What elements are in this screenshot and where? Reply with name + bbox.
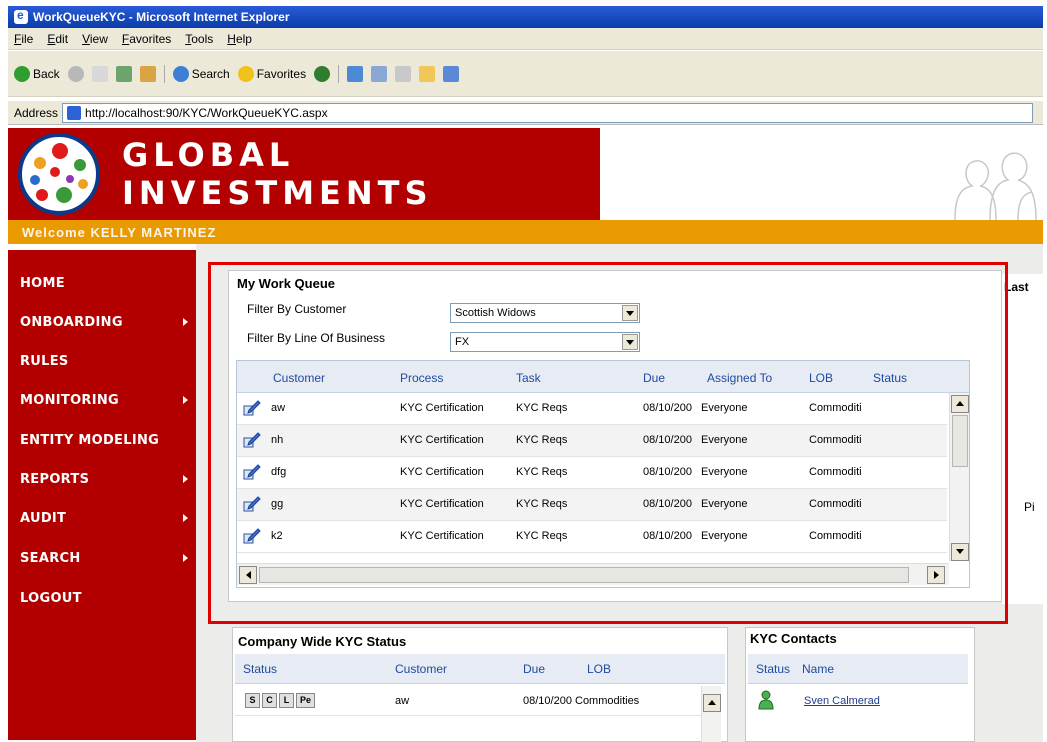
col-customer[interactable]: Customer [395, 662, 447, 676]
menu-favorites[interactable]: Favorites [122, 32, 171, 46]
nav-audit[interactable]: AUDIT [20, 511, 188, 526]
toolbar-separator [338, 64, 340, 83]
cell-lob: Commodities [575, 695, 640, 707]
table-row[interactable]: S C L Pe aw 08/10/200 Commodities [235, 686, 701, 716]
nav-label: MONITORING [20, 393, 120, 408]
home-icon[interactable] [139, 65, 156, 82]
nav-label: AUDIT [20, 511, 67, 526]
status-badge[interactable]: S [245, 693, 260, 708]
favorites-label: Favorites [256, 66, 307, 81]
nav-label: LOGOUT [20, 591, 82, 606]
status-badge[interactable]: C [262, 693, 277, 708]
cell-customer: aw [395, 695, 410, 707]
print-icon[interactable] [395, 65, 412, 82]
history-icon[interactable] [347, 65, 364, 82]
col-name[interactable]: Name [802, 662, 834, 676]
col-status[interactable]: Status [756, 662, 790, 676]
search-label: Search [191, 66, 230, 81]
menu-bar: File Edit View Favorites Tools Help [8, 28, 1043, 50]
back-button[interactable]: Back [14, 65, 60, 82]
company-status-panel: Company Wide KYC Status Status Customer … [232, 627, 728, 742]
brand-title: GLOBAL INVESTMENTS [110, 128, 600, 220]
nav-label: SEARCH [20, 551, 81, 566]
col-status[interactable]: Status [243, 662, 277, 676]
sidebar-nav: HOME ONBOARDING RULES MONITORING ENTITY … [8, 250, 196, 740]
cell-due: 08/10/200 [523, 695, 572, 707]
menu-file[interactable]: File [14, 32, 33, 46]
star-icon [237, 65, 254, 82]
messenger-icon[interactable] [443, 65, 460, 82]
window-titlebar: WorkQueueKYC - Microsoft Internet Explor… [8, 6, 1043, 28]
welcome-banner: Welcome KELLY MARTINEZ [8, 220, 1043, 244]
stop-icon[interactable] [91, 65, 108, 82]
page-icon [67, 105, 82, 120]
media-icon[interactable] [314, 65, 331, 82]
favorites-button[interactable]: Favorites [237, 65, 307, 82]
submenu-arrow-icon [183, 514, 188, 522]
address-label: Address [14, 105, 59, 120]
nav-label: ENTITY MODELING [20, 433, 160, 448]
nav-search[interactable]: SEARCH [20, 551, 188, 566]
kyc-contacts-panel: KYC Contacts Status Name Sven Calmerad [745, 627, 975, 742]
menu-view[interactable]: View [82, 32, 108, 46]
submenu-arrow-icon [183, 554, 188, 562]
highlight-frame [208, 262, 1008, 624]
refresh-icon[interactable] [115, 65, 132, 82]
status-badge[interactable]: L [279, 693, 294, 708]
right-panel-text: Pi [1024, 500, 1035, 514]
search-icon [172, 65, 189, 82]
toolbar-separator [163, 64, 165, 83]
back-label: Back [33, 66, 60, 81]
address-input[interactable]: http://localhost:90/KYC/WorkQueueKYC.asp… [62, 102, 1033, 123]
search-button[interactable]: Search [172, 65, 230, 82]
menu-edit[interactable]: Edit [47, 32, 68, 46]
kyc-contacts-header: Status Name [748, 654, 968, 684]
nav-label: RULES [20, 354, 69, 369]
header-decoration [600, 128, 1043, 221]
nav-onboarding[interactable]: ONBOARDING [20, 315, 188, 330]
status-badges: S C L Pe [245, 693, 317, 708]
nav-label: REPORTS [20, 472, 90, 487]
status-badge[interactable]: Pe [296, 693, 315, 708]
welcome-text: Welcome KELLY MARTINEZ [22, 224, 217, 240]
right-panel: Last Pi [1002, 274, 1043, 604]
col-lob[interactable]: LOB [587, 662, 611, 676]
nav-label: ONBOARDING [20, 315, 123, 330]
mail-icon[interactable] [371, 65, 388, 82]
company-status-header: Status Customer Due LOB [235, 654, 725, 684]
scroll-up-icon[interactable] [703, 694, 721, 712]
back-arrow-icon [14, 65, 30, 82]
nav-monitoring[interactable]: MONITORING [20, 393, 188, 408]
forward-arrow-icon[interactable] [67, 65, 84, 82]
nav-home[interactable]: HOME [20, 276, 188, 291]
menu-help[interactable]: Help [227, 32, 252, 46]
vertical-scrollbar[interactable] [701, 686, 721, 742]
logo-dots-icon [18, 133, 100, 215]
contact-link[interactable]: Sven Calmerad [804, 695, 880, 707]
internet-explorer-icon [14, 8, 28, 24]
menu-tools[interactable]: Tools [185, 32, 213, 46]
company-status-title: Company Wide KYC Status [238, 634, 407, 649]
contact-online-icon [758, 690, 774, 710]
nav-logout[interactable]: LOGOUT [20, 591, 188, 606]
kyc-contacts-title: KYC Contacts [750, 631, 837, 646]
window-title: WorkQueueKYC - Microsoft Internet Explor… [33, 10, 290, 24]
browser-toolbar: Back Search Favorites [8, 51, 1043, 97]
nav-label: HOME [20, 276, 65, 291]
folder-icon[interactable] [419, 65, 436, 82]
people-silhouette-icon [954, 152, 1037, 221]
address-url: http://localhost:90/KYC/WorkQueueKYC.asp… [85, 105, 328, 120]
nav-rules[interactable]: RULES [20, 354, 188, 369]
company-logo[interactable] [8, 128, 110, 220]
submenu-arrow-icon [183, 318, 188, 326]
nav-reports[interactable]: REPORTS [20, 472, 188, 487]
address-bar: Address http://localhost:90/KYC/WorkQueu… [8, 101, 1043, 125]
submenu-arrow-icon [183, 475, 188, 483]
submenu-arrow-icon [183, 396, 188, 404]
col-due[interactable]: Due [523, 662, 545, 676]
nav-entity-modeling[interactable]: ENTITY MODELING [20, 433, 188, 448]
